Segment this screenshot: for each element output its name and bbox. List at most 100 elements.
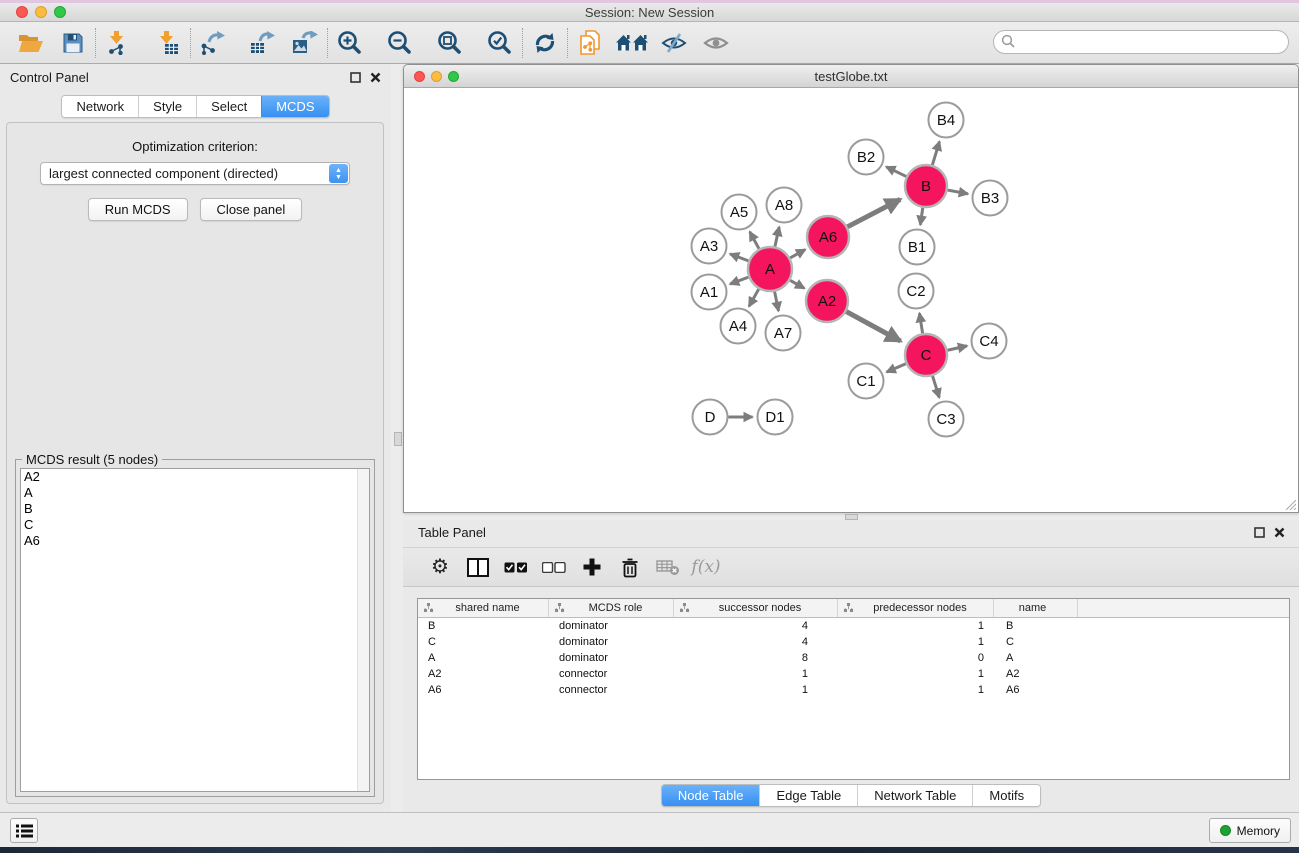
node-C4[interactable]: C4 [972, 324, 1007, 359]
import-table-icon[interactable] [151, 27, 185, 59]
memory-button[interactable]: Memory [1209, 818, 1291, 843]
table-settings-gear-icon[interactable]: ⚙ [425, 552, 455, 582]
tab-mcds[interactable]: MCDS [261, 96, 328, 117]
tab-node-table[interactable]: Node Table [662, 785, 760, 806]
tab-network-table[interactable]: Network Table [857, 785, 972, 806]
edge-A-A2[interactable] [790, 280, 804, 288]
criterion-dropdown[interactable]: largest connected component (directed) ▲… [40, 162, 350, 185]
node-C3[interactable]: C3 [929, 402, 964, 437]
close-table-panel-icon[interactable] [1274, 527, 1285, 538]
node-B3[interactable]: B3 [973, 181, 1008, 216]
node-B2[interactable]: B2 [849, 140, 884, 175]
table-row[interactable]: A2connector11A2 [418, 666, 1289, 682]
node-A3[interactable]: A3 [692, 229, 727, 264]
table-row[interactable]: Cdominator41C [418, 634, 1289, 650]
zoom-fit-icon[interactable] [433, 27, 467, 59]
tab-network[interactable]: Network [62, 96, 138, 117]
tab-edge-table[interactable]: Edge Table [759, 785, 857, 806]
node-A[interactable]: A [748, 247, 792, 291]
node-B1[interactable]: B1 [900, 230, 935, 265]
zoom-in-icon[interactable] [333, 27, 367, 59]
edge-C-C1[interactable] [887, 364, 906, 372]
close-panel-icon[interactable] [370, 72, 381, 83]
select-all-columns-icon[interactable] [501, 552, 531, 582]
eye-slash-icon[interactable] [657, 27, 691, 59]
column-header-MCDS-role[interactable]: MCDS role [549, 599, 674, 617]
edge-B-B4[interactable] [932, 142, 939, 165]
search-field[interactable] [993, 30, 1289, 54]
edge-C-C2[interactable] [919, 313, 922, 333]
node-C1[interactable]: C1 [849, 364, 884, 399]
node-A8[interactable]: A8 [767, 188, 802, 223]
result-list-item[interactable]: C [21, 517, 369, 533]
create-column-icon[interactable] [577, 552, 607, 582]
node-A1[interactable]: A1 [692, 275, 727, 310]
unselect-all-columns-icon[interactable] [539, 552, 569, 582]
save-session-icon[interactable] [56, 27, 90, 59]
edge-A-A3[interactable] [730, 254, 748, 261]
node-D[interactable]: D [693, 400, 728, 435]
edge-A-A4[interactable] [749, 289, 759, 306]
open-file-icon[interactable] [14, 27, 48, 59]
edge-A-A8[interactable] [775, 227, 779, 247]
node-D1[interactable]: D1 [758, 400, 793, 435]
node-B[interactable]: B [905, 165, 947, 207]
result-list-item[interactable]: B [21, 501, 369, 517]
edge-A-A5[interactable] [750, 232, 759, 249]
node-table[interactable]: shared nameMCDS rolesuccessor nodesprede… [417, 598, 1290, 780]
task-history-button[interactable] [10, 818, 38, 843]
delete-column-trash-icon[interactable] [615, 552, 645, 582]
tab-style[interactable]: Style [138, 96, 196, 117]
edge-B-B1[interactable] [920, 208, 923, 225]
show-columns-icon[interactable] [463, 552, 493, 582]
edge-A-A6[interactable] [790, 250, 805, 258]
mcds-result-list[interactable]: A2ABCA6 [20, 468, 370, 792]
node-A5[interactable]: A5 [722, 195, 757, 230]
column-header-predecessor-nodes[interactable]: predecessor nodes [838, 599, 994, 617]
tab-select[interactable]: Select [196, 96, 261, 117]
edge-B-B3[interactable] [948, 190, 968, 194]
edge-C-C4[interactable] [947, 346, 967, 350]
edge-A-A7[interactable] [775, 292, 779, 311]
edge-B-B2[interactable] [886, 167, 906, 177]
node-C2[interactable]: C2 [899, 274, 934, 309]
tab-motifs[interactable]: Motifs [972, 785, 1040, 806]
node-A4[interactable]: A4 [721, 309, 756, 344]
node-A2[interactable]: A2 [806, 280, 848, 322]
node-A7[interactable]: A7 [766, 316, 801, 351]
node-A6[interactable]: A6 [807, 216, 849, 258]
refresh-icon[interactable] [528, 27, 562, 59]
edge-A6-B[interactable] [848, 199, 901, 226]
result-list-item[interactable]: A2 [21, 469, 369, 485]
close-panel-button[interactable]: Close panel [200, 198, 303, 221]
result-list-item[interactable]: A6 [21, 533, 369, 549]
column-header-successor-nodes[interactable]: successor nodes [674, 599, 838, 617]
zoom-selected-icon[interactable] [483, 27, 517, 59]
column-header-name[interactable]: name [994, 599, 1078, 617]
float-table-panel-icon[interactable] [1254, 527, 1265, 538]
column-header-shared-name[interactable]: shared name [418, 599, 549, 617]
edge-C-C3[interactable] [933, 376, 940, 398]
table-row[interactable]: Adominator80A [418, 650, 1289, 666]
table-row[interactable]: A6connector11A6 [418, 682, 1289, 698]
node-C[interactable]: C [905, 334, 947, 376]
network-window-titlebar[interactable]: testGlobe.txt [404, 65, 1298, 88]
network-canvas[interactable]: A A6 A2 B C A1 A3 A4 A5 A7 A8 B1 B2 B3 B4 C1 C2 C3 C4 D D1 [404, 88, 1298, 512]
houses-icon[interactable] [615, 27, 649, 59]
export-image-icon[interactable] [288, 27, 322, 59]
vertical-splitter-handle[interactable] [394, 432, 402, 446]
export-table-icon[interactable] [246, 27, 280, 59]
window-resize-grip[interactable] [1283, 497, 1296, 510]
search-input[interactable] [993, 30, 1289, 54]
run-mcds-button[interactable]: Run MCDS [88, 198, 188, 221]
export-network-icon[interactable] [196, 27, 230, 59]
eye-icon[interactable] [699, 27, 733, 59]
table-row[interactable]: Bdominator41B [418, 618, 1289, 634]
node-B4[interactable]: B4 [929, 103, 964, 138]
import-network-icon[interactable] [101, 27, 135, 59]
zoom-out-icon[interactable] [383, 27, 417, 59]
network-document-icon[interactable] [573, 27, 607, 59]
edge-A-A1[interactable] [730, 277, 748, 284]
result-list-item[interactable]: A [21, 485, 369, 501]
result-list-scrollbar[interactable] [357, 469, 369, 791]
